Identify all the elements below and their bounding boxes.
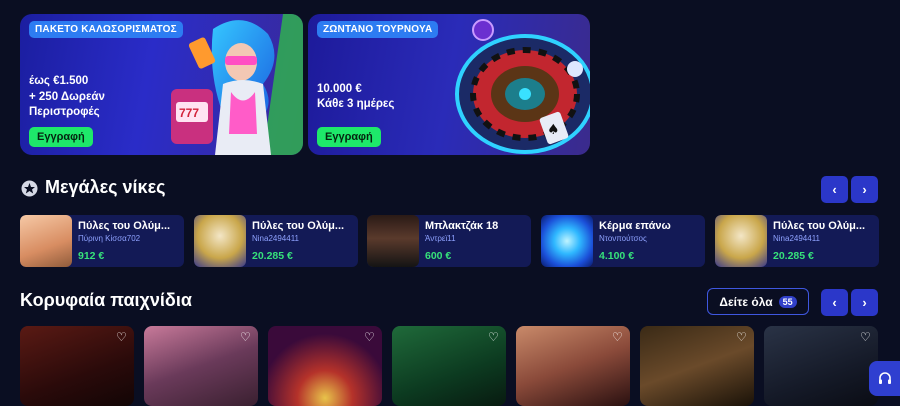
heart-icon[interactable]: ♡ xyxy=(240,331,251,343)
top-games-next-button[interactable]: › xyxy=(851,289,878,316)
star-badge-icon xyxy=(21,180,38,197)
game-card[interactable]: ♡ xyxy=(20,326,134,406)
roulette-wheel-illustration: ♠ xyxy=(455,19,590,154)
heart-icon[interactable]: ♡ xyxy=(488,331,499,343)
win-game-name: Πύλες του Ολύμ... xyxy=(78,220,171,232)
top-games-prev-button[interactable]: ‹ xyxy=(821,289,848,316)
game-card[interactable]: ♡ xyxy=(392,326,506,406)
win-user-name: Άντρεϊ11 xyxy=(425,234,456,243)
big-win-card[interactable]: Κέρμα επάνω Ντονπούτσος 4.100 € xyxy=(541,215,705,267)
game-thumbnail xyxy=(541,215,593,267)
svg-text:♠: ♠ xyxy=(547,122,560,138)
slot-girl-illustration: 777 xyxy=(171,14,303,155)
big-wins-next-button[interactable]: › xyxy=(851,176,878,203)
big-win-card[interactable]: Πύλες του Ολύμ... Nina2494411 20.285 € xyxy=(715,215,879,267)
heart-icon[interactable]: ♡ xyxy=(860,331,871,343)
see-all-button[interactable]: Δείτε όλα 55 xyxy=(707,288,809,315)
banner-text-line3: Περιστροφές xyxy=(29,106,100,118)
headset-icon xyxy=(878,371,891,384)
win-user-name: Πύρινη Κίσσα702 xyxy=(78,234,141,243)
heart-icon[interactable]: ♡ xyxy=(116,331,127,343)
big-win-card[interactable]: Μπλακτζάκ 18 Άντρεϊ11 600 € xyxy=(367,215,531,267)
chevron-right-icon: › xyxy=(862,182,867,197)
game-thumbnail xyxy=(194,215,246,267)
win-game-name: Κέρμα επάνω xyxy=(599,220,671,232)
svg-text:777: 777 xyxy=(179,106,199,120)
game-card[interactable]: ♡ xyxy=(764,326,878,406)
chevron-right-icon: › xyxy=(862,295,867,310)
heart-icon[interactable]: ♡ xyxy=(736,331,747,343)
win-user-name: Nina2494411 xyxy=(252,234,300,243)
win-amount: 912 € xyxy=(78,250,105,262)
win-user-name: Ντονπούτσος xyxy=(599,234,647,243)
win-game-name: Πύλες του Ολύμ... xyxy=(252,220,345,232)
chevron-left-icon: ‹ xyxy=(832,182,837,197)
register-button[interactable]: Εγγραφή xyxy=(317,127,381,147)
heart-icon[interactable]: ♡ xyxy=(612,331,623,343)
game-card[interactable]: ♡ xyxy=(516,326,630,406)
big-wins-title: Μεγάλες νίκες xyxy=(45,177,166,197)
register-button[interactable]: Εγγραφή xyxy=(29,127,93,147)
banner-text-line2: + 250 Δωρεάν xyxy=(29,91,105,103)
win-user-name: Nina2494411 xyxy=(773,234,821,243)
see-all-label: Δείτε όλα xyxy=(719,294,773,309)
support-chat-button[interactable] xyxy=(869,361,900,396)
win-game-name: Πύλες του Ολύμ... xyxy=(773,220,866,232)
big-win-card[interactable]: Πύλες του Ολύμ... Nina2494411 20.285 € xyxy=(194,215,358,267)
win-amount: 600 € xyxy=(425,250,452,262)
games-count-badge: 55 xyxy=(778,295,797,308)
big-win-card[interactable]: Πύλες του Ολύμ... Πύρινη Κίσσα702 912 € xyxy=(20,215,184,267)
game-thumbnail xyxy=(367,215,419,267)
live-tournament-banner[interactable]: ΖΩΝΤΑΝΟ ΤΟΥΡΝΟΥΑ 10.000 € Κάθε 3 ημέρες … xyxy=(308,14,590,155)
top-games-title: Κορυφαία παιχνίδια xyxy=(20,290,192,310)
game-card[interactable]: ♡ xyxy=(144,326,258,406)
game-thumbnail xyxy=(20,215,72,267)
big-wins-prev-button[interactable]: ‹ xyxy=(821,176,848,203)
win-amount: 4.100 € xyxy=(599,250,635,262)
win-amount: 20.285 € xyxy=(252,250,293,262)
heart-icon[interactable]: ♡ xyxy=(364,331,375,343)
game-card[interactable]: ♡ xyxy=(268,326,382,406)
banner-tag: ΖΩΝΤΑΝΟ ΤΟΥΡΝΟΥΑ xyxy=(317,21,439,38)
chevron-left-icon: ‹ xyxy=(832,295,837,310)
welcome-package-banner[interactable]: ΠΑΚΕΤΟ ΚΑΛΩΣΟΡΙΣΜΑΤΟΣ έως €1.500 + 250 Δ… xyxy=(20,14,303,155)
win-amount: 20.285 € xyxy=(773,250,814,262)
win-game-name: Μπλακτζάκ 18 xyxy=(425,220,499,232)
game-thumbnail xyxy=(715,215,767,267)
game-card[interactable]: ♡ xyxy=(640,326,754,406)
banner-text-line1: έως €1.500 xyxy=(29,75,89,87)
